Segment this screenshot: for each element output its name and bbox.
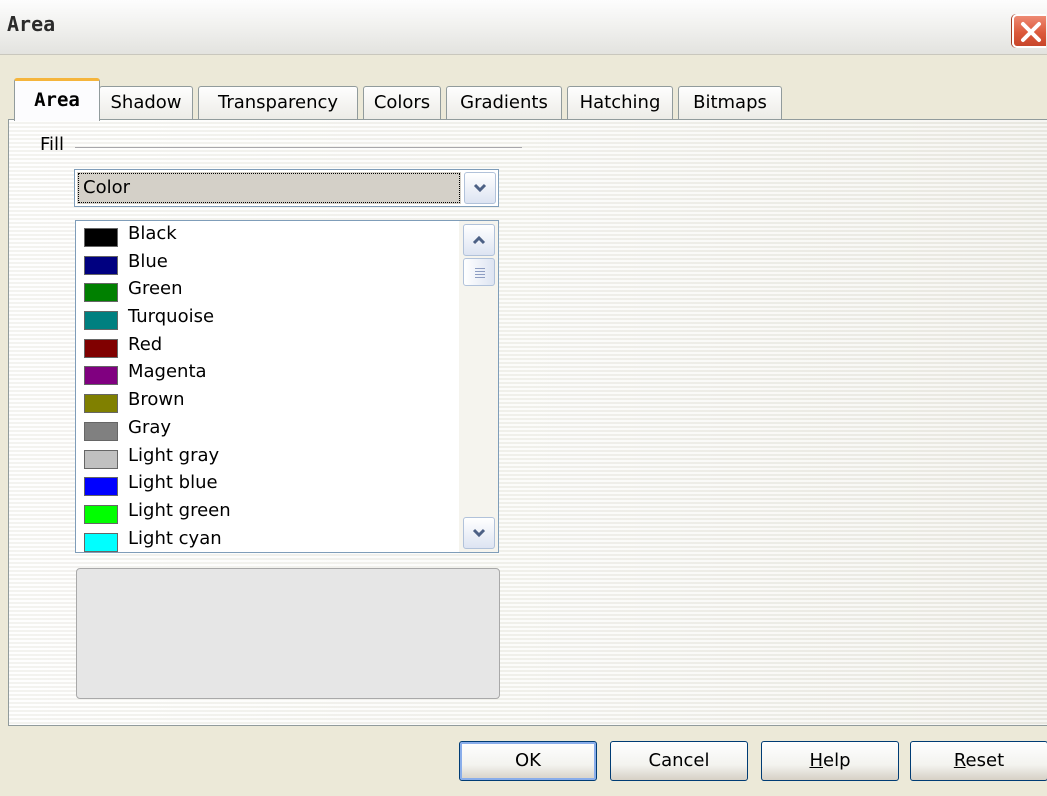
list-item[interactable]: Brown [76, 387, 458, 415]
color-swatch [84, 394, 118, 414]
fill-type-dropdown-button[interactable] [464, 172, 496, 204]
close-icon [1021, 22, 1041, 42]
chevron-up-icon [472, 235, 486, 245]
tab-hatching[interactable]: Hatching [567, 86, 673, 120]
color-name: Light green [128, 499, 231, 521]
tab-bitmaps[interactable]: Bitmaps [678, 86, 782, 120]
color-swatch [84, 338, 118, 358]
list-item[interactable]: Gray [76, 415, 458, 443]
window-title: Area [7, 12, 56, 36]
fill-group-label: Fill [40, 134, 65, 155]
reset-button[interactable]: Reset [910, 741, 1047, 781]
list-item[interactable]: Light blue [76, 470, 458, 498]
tab-area[interactable]: Area [14, 78, 100, 121]
color-swatch [84, 283, 118, 303]
color-name: Blue [128, 250, 168, 272]
list-item[interactable]: Red [76, 332, 458, 360]
help-button[interactable]: Help [761, 741, 899, 781]
help-button-mnemonic: H [809, 750, 824, 771]
chevron-down-icon [472, 528, 486, 538]
list-item[interactable]: Black [76, 221, 458, 249]
tab-hatching-label: Hatching [579, 92, 661, 113]
color-name: Magenta [128, 361, 207, 383]
list-item[interactable]: Light gray [76, 443, 458, 471]
color-name: Black [128, 223, 177, 244]
tab-area-label: Area [34, 89, 80, 111]
color-name: Gray [128, 416, 172, 438]
color-swatch [84, 477, 118, 497]
color-swatch [84, 421, 118, 441]
tab-colors-label: Colors [373, 92, 431, 113]
color-swatch [84, 255, 118, 275]
reset-button-mnemonic: R [953, 750, 966, 771]
list-item[interactable]: Turquoise [76, 304, 458, 332]
scroll-down-button[interactable] [463, 517, 495, 549]
color-name: Light cyan [128, 527, 222, 549]
cancel-button-label: Cancel [648, 750, 710, 771]
tab-transparency-label: Transparency [217, 92, 339, 113]
list-item[interactable]: Blue [76, 249, 458, 277]
chevron-down-icon [473, 183, 487, 193]
color-name: Brown [128, 389, 185, 411]
fill-type-select[interactable]: Color [74, 169, 499, 207]
close-button[interactable] [1012, 14, 1046, 48]
tab-shadow-label: Shadow [110, 92, 182, 113]
color-name: Light blue [128, 472, 218, 494]
scroll-up-button[interactable] [463, 224, 495, 256]
color-swatch [84, 504, 118, 524]
tab-bitmaps-label: Bitmaps [693, 92, 767, 113]
color-swatch [84, 366, 118, 386]
color-name: Light gray [128, 444, 220, 466]
fill-preview [76, 568, 500, 699]
list-item[interactable]: Light cyan [76, 526, 458, 552]
title-bar: Area [0, 0, 1047, 55]
list-item[interactable]: Magenta [76, 359, 458, 387]
color-list-scrollbar[interactable] [459, 221, 498, 552]
fill-group-divider [75, 147, 522, 148]
color-list-items: Black Blue Green Turquoise Red Magenta B… [76, 221, 458, 552]
ok-button[interactable]: OK [459, 741, 597, 781]
fill-type-value: Color [77, 172, 461, 204]
color-name: Turquoise [128, 306, 215, 328]
color-name: Red [128, 333, 163, 355]
tab-transparency[interactable]: Transparency [198, 86, 358, 120]
color-list[interactable]: Black Blue Green Turquoise Red Magenta B… [75, 220, 499, 553]
ok-button-label: OK [515, 750, 541, 771]
color-swatch [84, 311, 118, 331]
color-swatch [84, 532, 118, 552]
tab-gradients[interactable]: Gradients [446, 86, 562, 120]
scroll-thumb[interactable] [463, 258, 495, 286]
list-item[interactable]: Light green [76, 498, 458, 526]
color-name: Green [128, 278, 183, 300]
tab-shadow[interactable]: Shadow [99, 86, 193, 120]
color-swatch [84, 449, 118, 469]
help-button-label: elp [823, 750, 851, 771]
tab-gradients-label: Gradients [460, 92, 548, 113]
cancel-button[interactable]: Cancel [610, 741, 748, 781]
list-item[interactable]: Green [76, 276, 458, 304]
area-tab-panel: Fill Color Black Blue Green Turquoise Re… [8, 119, 1047, 726]
tab-colors[interactable]: Colors [363, 86, 441, 120]
reset-button-label: eset [965, 750, 1005, 771]
color-swatch [84, 228, 118, 247]
